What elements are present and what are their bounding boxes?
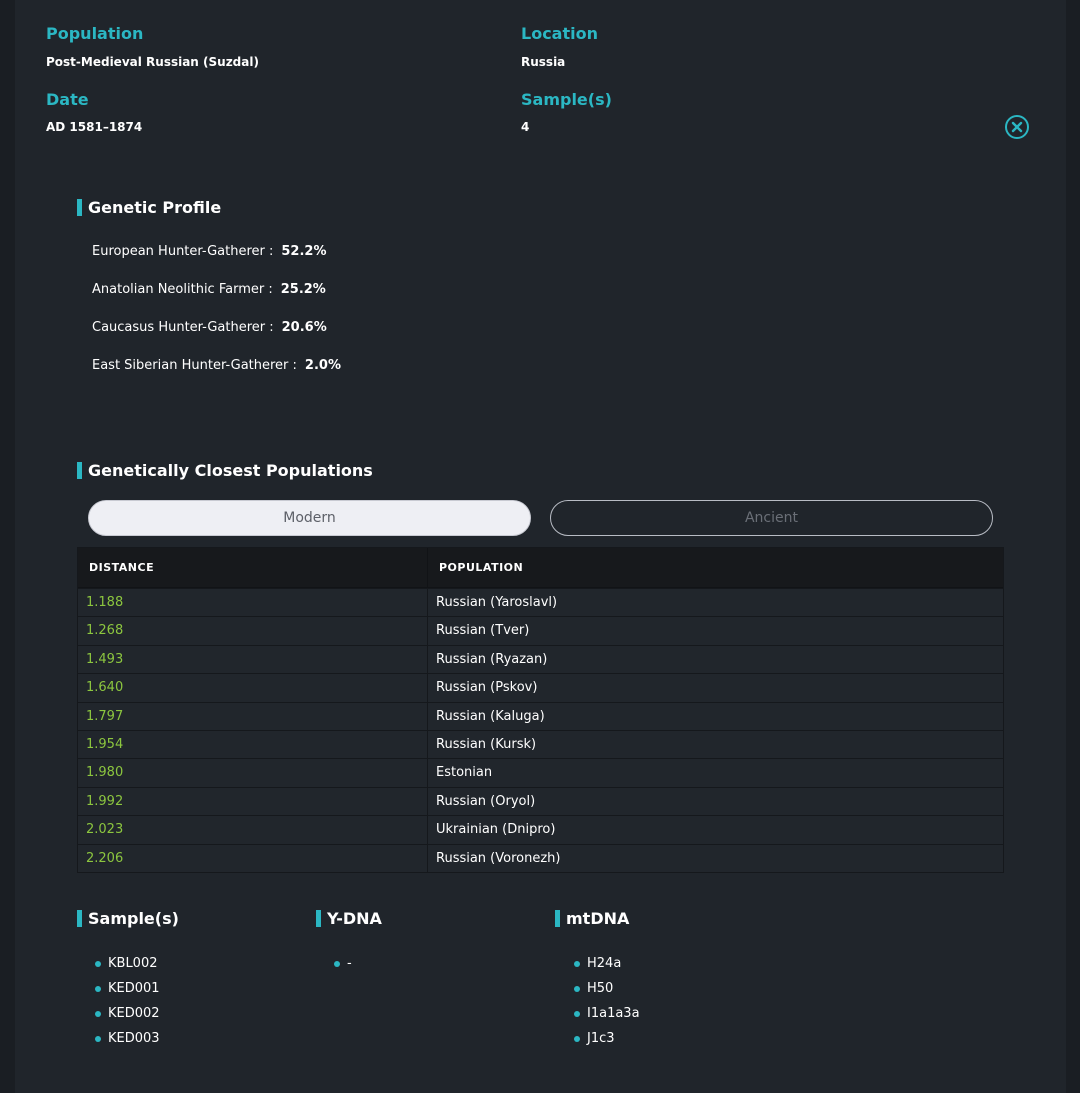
profile-component-name: Caucasus Hunter-Gatherer : [92,320,274,335]
distance-cell: 1.493 [78,645,428,674]
table-row: 1.992 Russian (Oryol) [78,786,1003,816]
table-row: 1.980 Estonian [78,758,1003,787]
profile-component-value: 25.2% [280,282,326,297]
population-cell: Russian (Pskov) [436,680,538,696]
date-label: Date [46,90,89,109]
list-item: H24a [571,956,640,981]
profile-component-row: Anatolian Neolithic Farmer : 25.2% [92,282,326,297]
table-row: 1.797 Russian (Kaluga) [78,701,1003,730]
table-row: 1.188 Russian (Yaroslavl) [78,588,1003,617]
list-item: KED001 [92,981,160,1006]
distance-cell: 1.268 [78,617,428,645]
table-row: 1.493 Russian (Ryazan) [78,644,1003,674]
closest-populations-table: DISTANCE POPULATION 1.188 Russian (Yarosl… [77,547,1004,873]
table-row: 2.023 Ukrainian (Dnipro) [78,815,1003,844]
profile-component-row: European Hunter-Gatherer : 52.2% [92,244,326,259]
population-value: Post-Medieval Russian (Suzdal) [46,55,259,69]
ydna-title: Y-DNA [316,910,382,928]
mtdna-list: H24a H50 I1a1a3a J1c3 [571,956,640,1056]
samples-count-label: Sample(s) [521,90,612,109]
list-item: I1a1a3a [571,1006,640,1031]
distance-cell: 2.206 [78,844,428,872]
list-item: KED002 [92,1006,160,1031]
population-cell: Russian (Ryazan) [436,651,548,667]
population-detail-panel: Population Post-Medieval Russian (Suzdal… [15,0,1066,1093]
distance-cell: 1.797 [78,702,428,730]
population-cell: Russian (Voronezh) [436,850,561,866]
mtdna-title: mtDNA [555,910,629,928]
location-value: Russia [521,55,566,69]
samples-count-value: 4 [521,120,530,134]
table-row: 1.640 Russian (Pskov) [78,673,1003,702]
closest-populations-title: Genetically Closest Populations [77,462,373,480]
population-cell: Estonian [436,765,493,781]
samples-list: KBL002 KED001 KED002 KED003 [92,956,160,1056]
genetic-profile-title: Genetic Profile [77,199,221,217]
population-cell: Russian (Kaluga) [436,708,545,724]
close-button[interactable] [1005,115,1029,139]
table-header: DISTANCE POPULATION [78,548,1003,588]
distance-cell: 1.640 [78,674,428,702]
ydna-list: - [331,956,352,981]
list-item: KED003 [92,1031,160,1056]
list-item: H50 [571,981,640,1006]
tab-ancient[interactable]: Ancient [550,500,993,536]
list-item: J1c3 [571,1031,640,1056]
table-row: 1.268 Russian (Tver) [78,616,1003,645]
table-row: 2.206 Russian (Voronezh) [78,843,1003,872]
distance-cell: 1.980 [78,759,428,787]
population-label: Population [46,24,144,43]
profile-component-row: Caucasus Hunter-Gatherer : 20.6% [92,320,327,335]
profile-component-value: 52.2% [281,244,327,259]
tab-modern[interactable]: Modern [88,500,531,536]
population-cell: Russian (Kursk) [436,736,537,752]
distance-cell: 1.992 [78,787,428,816]
distance-cell: 2.023 [78,816,428,844]
close-icon [1011,121,1023,133]
population-cell: Russian (Yaroslavl) [436,595,558,610]
profile-component-name: Anatolian Neolithic Farmer : [92,282,273,297]
population-cell: Russian (Tver) [436,623,530,639]
date-value: AD 1581–1874 [46,120,143,134]
profile-component-name: European Hunter-Gatherer : [92,244,274,259]
profile-component-value: 2.0% [304,358,341,373]
location-label: Location [521,24,598,43]
column-header-distance[interactable]: DISTANCE [78,548,428,587]
population-cell: Russian (Oryol) [436,793,536,809]
column-header-population[interactable]: POPULATION [428,548,523,587]
table-body: 1.188 Russian (Yaroslavl) 1.268 Russian (Tv… [78,588,1003,872]
profile-component-value: 20.6% [281,320,327,335]
distance-cell: 1.188 [78,589,428,617]
distance-cell: 1.954 [78,730,428,759]
list-item: - [331,956,352,981]
table-row: 1.954 Russian (Kursk) [78,729,1003,759]
profile-component-name: East Siberian Hunter-Gatherer : [92,358,297,373]
samples-title: Sample(s) [77,910,179,928]
profile-component-row: East Siberian Hunter-Gatherer : 2.0% [92,358,341,373]
population-cell: Ukrainian (Dnipro) [436,822,556,838]
list-item: KBL002 [92,956,160,981]
